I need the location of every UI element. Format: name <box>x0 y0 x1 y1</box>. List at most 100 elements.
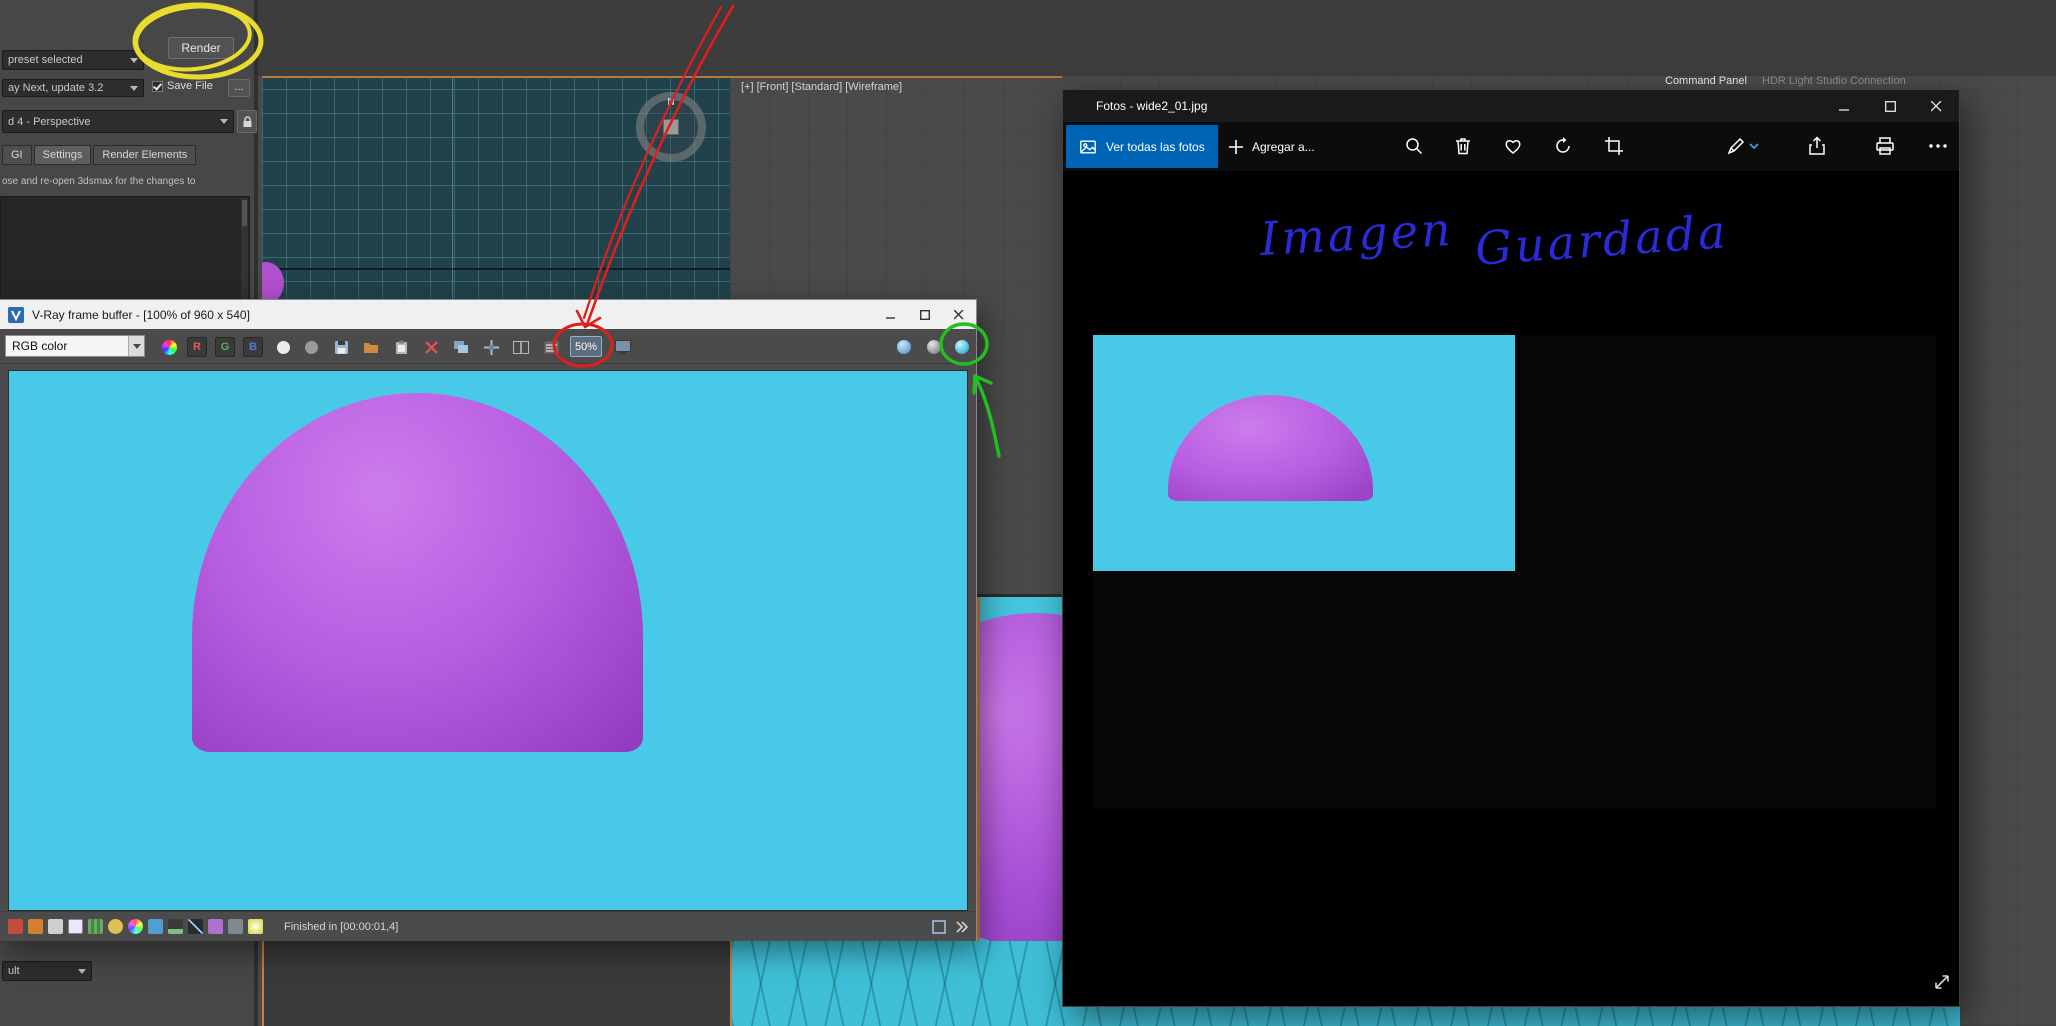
exposure-icon[interactable] <box>108 919 123 934</box>
vfb-close-button[interactable] <box>942 300 976 329</box>
scene-sphere[interactable] <box>980 613 1062 941</box>
force-clamp-icon[interactable] <box>8 919 23 934</box>
copy-clipboard-icon[interactable] <box>390 336 412 358</box>
render-button[interactable]: Render <box>168 37 234 59</box>
ellipsis-icon <box>1929 144 1947 148</box>
vfb-channel-dropdown[interactable]: RGB color <box>5 335 145 357</box>
fullscreen-expand-button[interactable] <box>1929 969 1955 995</box>
bloom-icon[interactable] <box>248 919 263 934</box>
hue-saturation-icon[interactable] <box>128 919 143 934</box>
left-viewport-bottom[interactable] <box>264 941 730 1026</box>
show-corrections-icon[interactable] <box>932 919 946 934</box>
photo-image[interactable] <box>1093 335 1936 809</box>
blue-channel-glyph: B <box>243 337 263 357</box>
engine-dropdown[interactable]: ay Next, update 3.2 <box>2 79 144 97</box>
share-button[interactable] <box>1797 125 1837 167</box>
monochrome-button[interactable] <box>300 336 322 358</box>
lens-effects-lamp-icon[interactable] <box>951 336 973 358</box>
folder-glyph <box>364 342 378 353</box>
delete-button[interactable] <box>1443 125 1483 167</box>
expand-corrections-icon[interactable] <box>954 920 968 934</box>
view-dropdown[interactable]: d 4 - Perspective <box>2 110 234 133</box>
tab-gi[interactable]: GI <box>2 145 32 165</box>
blue-channel-button[interactable]: B <box>242 336 264 358</box>
preset-dropdown[interactable]: preset selected <box>2 50 144 70</box>
vfb-toolbar: RGB color R G B 50% <box>0 329 976 364</box>
crop-button[interactable] <box>1594 125 1634 167</box>
edit-draw-button[interactable] <box>1718 125 1766 167</box>
printer-icon <box>1876 137 1894 155</box>
settings-scroll-area[interactable] <box>0 196 250 304</box>
dropdown-arrow-icon <box>78 968 86 974</box>
vfb-maximize-button[interactable] <box>908 300 942 329</box>
load-image-icon[interactable] <box>360 336 382 358</box>
hdr-light-studio-tab[interactable]: HDR Light Studio Connection <box>1762 75 1906 87</box>
pixel-info-icon[interactable] <box>48 919 63 934</box>
favorite-button[interactable] <box>1493 125 1533 167</box>
preset-bottom-dropdown[interactable]: ult <box>2 961 92 981</box>
expand-icon <box>1935 975 1949 989</box>
preset-bottom-value: ult <box>8 965 20 977</box>
viewport-navigation-gizmo[interactable]: N <box>636 92 706 162</box>
view-all-photos-button[interactable]: Ver todas las fotos <box>1066 125 1218 168</box>
view-clamp-icon[interactable] <box>28 919 43 934</box>
green-channel-button[interactable]: G <box>214 336 236 358</box>
checkmark-glyph <box>153 80 162 91</box>
clear-image-icon[interactable] <box>420 336 442 358</box>
add-to-button[interactable]: Agregar a... <box>1218 125 1325 168</box>
histogram-icon[interactable] <box>88 919 103 934</box>
more-options-button[interactable] <box>1919 125 1957 167</box>
vfb-minimize-button[interactable] <box>874 300 908 329</box>
photos-titlebar[interactable]: Fotos - wide2_01.jpg <box>1063 90 1959 122</box>
lut-icon[interactable] <box>208 919 223 934</box>
scrollbar[interactable] <box>241 198 248 302</box>
stamp-icon[interactable] <box>540 336 562 358</box>
red-channel-glyph: R <box>187 337 207 357</box>
perspective-viewport-strip[interactable] <box>977 597 1062 941</box>
color-wheel-icon[interactable] <box>158 336 180 358</box>
color-correction-icon[interactable] <box>612 336 634 358</box>
more-options-button[interactable]: ... <box>228 79 250 97</box>
vfb-titlebar[interactable]: V-Ray frame buffer - [100% of 960 x 540] <box>0 300 976 329</box>
color-balance-icon[interactable] <box>148 919 163 934</box>
red-channel-button[interactable]: R <box>186 336 208 358</box>
command-panel-tab[interactable]: Command Panel <box>1665 75 1747 87</box>
view-dropdown-value: d 4 - Perspective <box>8 115 91 128</box>
print-button[interactable] <box>1865 125 1905 167</box>
save-file-checkbox[interactable]: Save File <box>152 80 213 92</box>
tab-render-elements[interactable]: Render Elements <box>93 145 197 165</box>
gizmo-center-cube[interactable] <box>663 119 679 135</box>
photos-window-controls <box>1821 90 1959 122</box>
photos-maximize-button[interactable] <box>1867 90 1913 122</box>
white-balance-icon[interactable] <box>68 919 83 934</box>
front-grid-vertical-axis <box>452 78 453 306</box>
photos-minimize-button[interactable] <box>1821 90 1867 122</box>
vfb-image-area[interactable] <box>8 370 968 911</box>
curves-icon[interactable] <box>188 919 203 934</box>
viewport-label[interactable]: [+] [Front] [Standard] [Wireframe] <box>741 81 902 93</box>
tab-settings[interactable]: Settings <box>33 145 92 165</box>
chevron-down-icon <box>1748 143 1759 150</box>
alpha-channel-button[interactable] <box>272 336 294 358</box>
render-region-icon[interactable] <box>923 336 945 358</box>
scrollbar-thumb[interactable] <box>242 200 247 226</box>
close-icon <box>954 309 964 319</box>
compare-ab-icon[interactable] <box>510 336 532 358</box>
duplicate-buffer-icon[interactable] <box>450 336 472 358</box>
photos-close-button[interactable] <box>1913 90 1959 122</box>
levels-icon[interactable] <box>168 919 183 934</box>
follow-mouse-icon[interactable] <box>480 336 502 358</box>
zoom-button[interactable] <box>1394 125 1434 167</box>
vfb-statusbar: Finished in [00:00:01,4] <box>0 911 976 941</box>
render-last-icon[interactable] <box>893 336 915 358</box>
vfb-zoom-50-button[interactable]: 50% <box>570 336 602 357</box>
color-wheel-glyph <box>161 339 177 355</box>
rotate-button[interactable] <box>1543 125 1583 167</box>
lock-view-button[interactable] <box>237 110 257 133</box>
minimize-icon <box>1838 108 1849 111</box>
floppy-glyph <box>334 340 348 354</box>
srgb-icon[interactable] <box>228 919 243 934</box>
save-image-icon[interactable] <box>330 336 352 358</box>
vfb-statusbar-right <box>932 919 976 934</box>
alpha-circle-glyph <box>276 340 290 354</box>
